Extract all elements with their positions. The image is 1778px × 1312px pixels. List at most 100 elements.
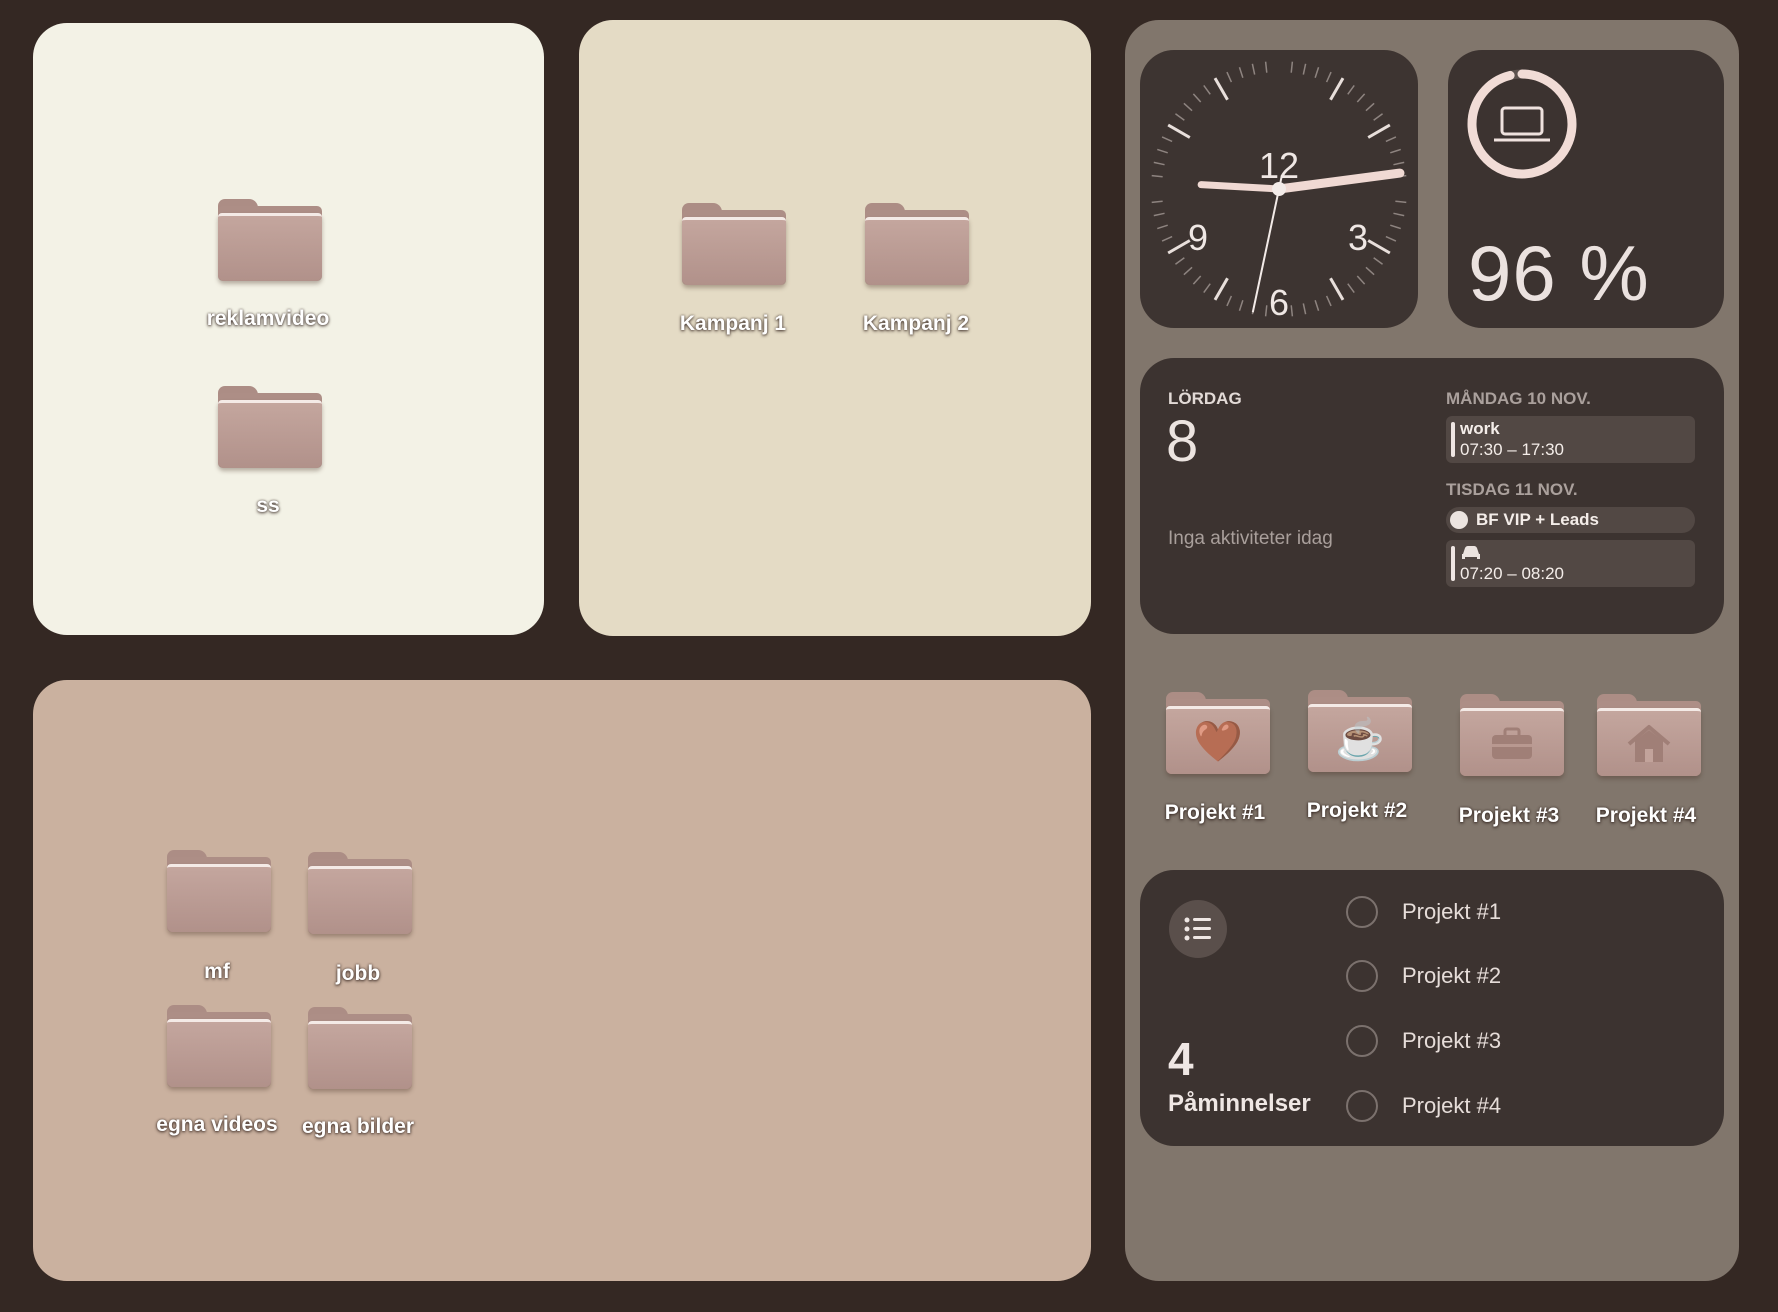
clock-numeral-9: 9 bbox=[1188, 217, 1208, 258]
clock-tick bbox=[1167, 239, 1191, 255]
clock-tick bbox=[1390, 224, 1401, 230]
clock-tick bbox=[1175, 257, 1185, 265]
clock-tick bbox=[1153, 212, 1165, 217]
clock-tick bbox=[1373, 113, 1383, 121]
clock-tick bbox=[1367, 123, 1391, 139]
reminder-item[interactable]: Projekt #2 bbox=[1346, 958, 1666, 998]
clock-tick bbox=[1161, 136, 1173, 143]
clock-tick bbox=[1365, 102, 1375, 112]
clock-tick bbox=[1251, 63, 1256, 75]
battery-percentage: 96 % bbox=[1468, 229, 1650, 317]
clock-tick bbox=[1213, 277, 1229, 301]
clock-tick bbox=[1356, 93, 1366, 103]
reminder-checkbox[interactable] bbox=[1346, 1090, 1378, 1122]
reminder-label: Projekt #3 bbox=[1402, 1028, 1502, 1053]
folder-icon[interactable] bbox=[1597, 694, 1701, 776]
reminder-checkbox[interactable] bbox=[1346, 1025, 1378, 1057]
folder-label-kampanj-1[interactable]: Kampanj 1 bbox=[633, 312, 833, 336]
reminder-label: Projekt #2 bbox=[1402, 963, 1502, 988]
clock-tick bbox=[1314, 300, 1320, 311]
clock-tick bbox=[1390, 148, 1401, 154]
folder-panel-3: mf jobb egna videos egna bilder bbox=[33, 680, 1091, 1281]
folder-icon[interactable] bbox=[218, 386, 322, 468]
list-icon[interactable] bbox=[1169, 900, 1227, 958]
clock-tick bbox=[1175, 113, 1185, 121]
clock-tick bbox=[1393, 161, 1405, 166]
folder-icon[interactable] bbox=[682, 203, 786, 285]
clock-tick bbox=[1373, 257, 1383, 265]
clock-tick bbox=[1347, 283, 1355, 293]
clock-center bbox=[1272, 182, 1286, 196]
folder-icon[interactable] bbox=[167, 1005, 271, 1087]
folder-panel-2: Kampanj 1 Kampanj 2 bbox=[579, 20, 1091, 636]
reminder-item[interactable]: Projekt #1 bbox=[1346, 894, 1666, 934]
briefcase-icon bbox=[1460, 716, 1564, 772]
folder-panel-1: reklamvideo ss bbox=[33, 23, 544, 635]
clock-face: 12 3 6 9 bbox=[1151, 61, 1407, 323]
clock-tick bbox=[1302, 63, 1307, 75]
clock-tick bbox=[1356, 275, 1366, 285]
folder-icon[interactable] bbox=[1460, 694, 1564, 776]
folder-icon[interactable] bbox=[167, 850, 271, 932]
clock-numeral-3: 3 bbox=[1348, 217, 1368, 258]
calendar-event-work[interactable]: work 07:30 – 17:30 bbox=[1446, 416, 1695, 463]
clock-tick bbox=[1325, 295, 1332, 307]
clock-tick bbox=[1238, 300, 1244, 311]
folder-icon[interactable]: ☕ bbox=[1308, 690, 1412, 772]
folder-label-jobb[interactable]: jobb bbox=[258, 962, 458, 986]
clock-tick bbox=[1264, 61, 1268, 73]
clock-tick bbox=[1153, 161, 1165, 166]
project-label-4[interactable]: Projekt #4 bbox=[1546, 804, 1746, 828]
reminder-checkbox[interactable] bbox=[1346, 896, 1378, 928]
reminder-checkbox[interactable] bbox=[1346, 960, 1378, 992]
folder-icon[interactable] bbox=[308, 1007, 412, 1089]
clock-tick bbox=[1238, 67, 1244, 78]
calendar-no-events: Inga aktiviteter idag bbox=[1168, 528, 1333, 549]
clock-tick bbox=[1183, 266, 1193, 276]
clock-numeral-12: 12 bbox=[1259, 145, 1299, 186]
clock-tick bbox=[1192, 275, 1202, 285]
reminder-item[interactable]: Projekt #4 bbox=[1346, 1088, 1666, 1128]
event-time: 07:20 – 08:20 bbox=[1460, 564, 1564, 583]
clock-tick bbox=[1367, 239, 1391, 255]
clock-tick bbox=[1151, 200, 1163, 204]
clock-tick bbox=[1393, 212, 1405, 217]
reminders-count: 4 bbox=[1168, 1033, 1194, 1085]
battery-ring bbox=[1467, 69, 1577, 179]
clock-tick bbox=[1329, 277, 1345, 301]
clock-tick bbox=[1290, 61, 1294, 73]
clock-widget[interactable]: 12 3 6 9 bbox=[1140, 50, 1418, 328]
calendar-event-allday[interactable]: BF VIP + Leads bbox=[1446, 507, 1695, 533]
event-time: 07:30 – 17:30 bbox=[1460, 440, 1564, 459]
clock-tick bbox=[1203, 85, 1211, 95]
folder-icon[interactable]: 🤎 bbox=[1166, 692, 1270, 774]
folder-icon[interactable] bbox=[218, 199, 322, 281]
calendar-today-weekday: LÖRDAG bbox=[1168, 389, 1242, 408]
reminders-title: Påminnelser bbox=[1168, 1090, 1311, 1117]
folder-icon[interactable] bbox=[865, 203, 969, 285]
house-icon bbox=[1597, 716, 1701, 772]
reminder-label: Projekt #1 bbox=[1402, 899, 1502, 924]
clock-tick bbox=[1325, 71, 1332, 83]
reminder-item[interactable]: Projekt #3 bbox=[1346, 1023, 1666, 1063]
heart-icon: 🤎 bbox=[1193, 720, 1243, 764]
calendar-today-day: 8 bbox=[1166, 409, 1199, 474]
folder-icon[interactable] bbox=[308, 852, 412, 934]
clock-tick bbox=[1213, 77, 1229, 101]
folder-label-kampanj-2[interactable]: Kampanj 2 bbox=[816, 312, 1016, 336]
folder-label-egna-bilder[interactable]: egna bilder bbox=[258, 1115, 458, 1139]
clock-tick bbox=[1167, 123, 1191, 139]
folder-label-reklamvideo[interactable]: reklamvideo bbox=[168, 307, 368, 331]
event-title: BF VIP + Leads bbox=[1476, 510, 1599, 529]
car-icon bbox=[1462, 546, 1480, 559]
clock-tick bbox=[1157, 224, 1168, 230]
calendar-event-car[interactable]: 07:20 – 08:20 bbox=[1446, 540, 1695, 587]
clock-tick bbox=[1365, 266, 1375, 276]
clock-tick bbox=[1347, 85, 1355, 95]
folder-label-ss[interactable]: ss bbox=[168, 494, 368, 518]
laptop-icon bbox=[1494, 106, 1550, 142]
coffee-icon: ☕ bbox=[1335, 718, 1385, 762]
calendar-day-header-tuesday: TISDAG 11 NOV. bbox=[1446, 480, 1578, 499]
clock-tick bbox=[1161, 235, 1173, 242]
clock-tick bbox=[1151, 174, 1163, 178]
